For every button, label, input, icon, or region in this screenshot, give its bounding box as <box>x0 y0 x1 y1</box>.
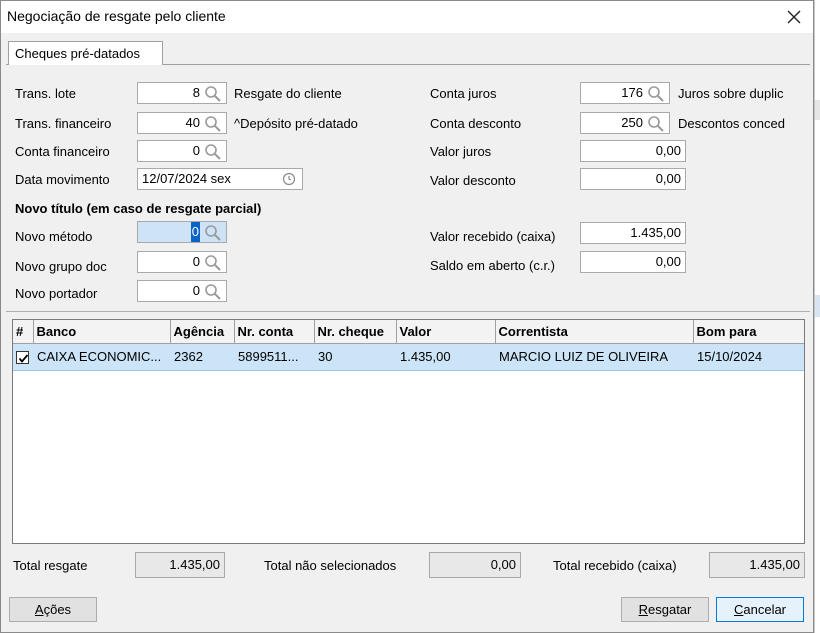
novo-portador-value: 0 <box>192 283 200 298</box>
novo-grupo-doc-input[interactable]: 0 <box>137 251 227 273</box>
background-bar <box>815 295 820 317</box>
novo-metodo-label: Novo método <box>15 229 93 244</box>
column-header-banco[interactable]: Banco <box>32 320 171 344</box>
cell-valor: 1.435,00 <box>396 343 495 371</box>
cell-nr-conta: 5899511... <box>234 343 314 371</box>
column-header-bom-para[interactable]: Bom para <box>692 320 804 344</box>
valor-juros-input[interactable]: 0,00 <box>580 140 686 162</box>
trans-lote-input[interactable]: 8 <box>137 82 227 104</box>
acoes-button[interactable]: Ações <box>9 597 97 622</box>
data-movimento-label: Data movimento <box>15 172 110 187</box>
total-nao-selecionados-value: 0,00 <box>429 552 521 578</box>
valor-recebido-label: Valor recebido (caixa) <box>430 229 556 244</box>
data-movimento-input[interactable]: 12/07/2024 sex <box>137 168 303 190</box>
magnifier-icon[interactable] <box>647 115 665 132</box>
novo-metodo-value: 0 <box>190 222 200 242</box>
valor-desconto-input[interactable]: 0,00 <box>580 168 686 190</box>
background-window-edge <box>814 0 820 633</box>
trans-financeiro-label: Trans. financeiro <box>15 116 112 131</box>
total-resgate-value: 1.435,00 <box>135 552 225 578</box>
novo-portador-label: Novo portador <box>15 286 98 301</box>
conta-juros-label: Conta juros <box>430 86 497 101</box>
valor-desconto-label: Valor desconto <box>430 173 516 188</box>
trans-financeiro-desc: ^Depósito pré-datado <box>234 116 358 131</box>
conta-juros-desc: Juros sobre duplic <box>678 86 784 101</box>
dialog-window: Negociação de resgate pelo cliente Chequ… <box>0 0 814 633</box>
section-title-novo-titulo: Novo título (em caso de resgate parcial) <box>15 201 262 216</box>
conta-desconto-desc: Descontos conced <box>678 116 785 131</box>
cell-correntista: MARCIO LUIZ DE OLIVEIRA <box>495 343 693 371</box>
novo-metodo-input[interactable]: 0 <box>137 221 227 243</box>
conta-financeiro-value: 0 <box>192 143 200 158</box>
resgatar-button[interactable]: Resgatar <box>621 597 709 622</box>
cell-nr-cheque: 30 <box>314 343 396 371</box>
saldo-aberto-label: Saldo em aberto (c.r.) <box>430 258 555 273</box>
cell-agencia: 2362 <box>170 343 234 371</box>
row-select-checkbox[interactable] <box>16 351 29 365</box>
section-divider <box>6 311 810 312</box>
trans-lote-desc: Resgate do cliente <box>234 86 342 101</box>
conta-financeiro-input[interactable]: 0 <box>137 140 227 162</box>
cell-bom-para: 15/10/2024 <box>693 343 804 371</box>
column-header-nr-cheque[interactable]: Nr. cheque <box>313 320 397 344</box>
conta-desconto-input[interactable]: 250 <box>580 112 670 134</box>
data-movimento-value: 12/07/2024 sex <box>142 171 231 186</box>
clock-icon[interactable] <box>282 172 296 186</box>
trans-lote-value: 8 <box>192 85 200 100</box>
background-bar <box>815 100 820 120</box>
window-title: Negociação de resgate pelo cliente <box>7 8 226 24</box>
novo-grupo-doc-value: 0 <box>192 254 200 269</box>
close-icon <box>787 10 801 24</box>
grid-header-row: # Banco Agência Nr. conta Nr. cheque Val… <box>13 320 804 344</box>
total-nao-selecionados-label: Total não selecionados <box>264 558 397 573</box>
novo-grupo-doc-label: Novo grupo doc <box>15 259 107 274</box>
magnifier-icon[interactable] <box>204 143 222 160</box>
conta-juros-input[interactable]: 176 <box>580 82 670 104</box>
column-header-nr-conta[interactable]: Nr. conta <box>233 320 315 344</box>
total-recebido-label: Total recebido (caixa) <box>553 558 677 573</box>
magnifier-icon[interactable] <box>647 85 665 102</box>
cheques-grid[interactable]: # Banco Agência Nr. conta Nr. cheque Val… <box>12 319 805 544</box>
table-row[interactable]: CAIXA ECONOMIC... 2362 5899511... 30 1.4… <box>13 343 804 371</box>
column-header-valor[interactable]: Valor <box>395 320 496 344</box>
valor-recebido-input[interactable]: 1.435,00 <box>580 222 686 244</box>
close-button[interactable] <box>781 4 807 30</box>
cell-banco: CAIXA ECONOMIC... <box>33 343 170 371</box>
title-bar: Negociação de resgate pelo cliente <box>1 1 813 33</box>
magnifier-icon[interactable] <box>204 115 222 132</box>
trans-financeiro-input[interactable]: 40 <box>137 112 227 134</box>
conta-financeiro-label: Conta financeiro <box>15 144 110 159</box>
novo-portador-input[interactable]: 0 <box>137 280 227 302</box>
saldo-aberto-input[interactable]: 0,00 <box>580 251 686 273</box>
check-icon <box>18 354 29 363</box>
valor-juros-label: Valor juros <box>430 144 492 159</box>
magnifier-icon[interactable] <box>204 254 222 271</box>
cancelar-button[interactable]: Cancelar <box>716 597 804 622</box>
trans-financeiro-value: 40 <box>185 115 200 130</box>
conta-desconto-value: 250 <box>621 115 643 130</box>
conta-juros-value: 176 <box>621 85 643 100</box>
magnifier-icon[interactable] <box>204 283 222 300</box>
total-resgate-label: Total resgate <box>13 558 88 573</box>
column-header-agencia[interactable]: Agência <box>169 320 235 344</box>
magnifier-icon[interactable] <box>204 85 222 102</box>
column-header-select[interactable]: # <box>13 320 34 344</box>
trans-lote-label: Trans. lote <box>15 86 76 101</box>
tab-cheques-pre-datados[interactable]: Cheques pré-datados <box>8 41 163 65</box>
conta-desconto-label: Conta desconto <box>430 116 522 131</box>
total-recebido-value: 1.435,00 <box>709 552 805 578</box>
magnifier-icon[interactable] <box>204 224 222 241</box>
column-header-correntista[interactable]: Correntista <box>494 320 694 344</box>
